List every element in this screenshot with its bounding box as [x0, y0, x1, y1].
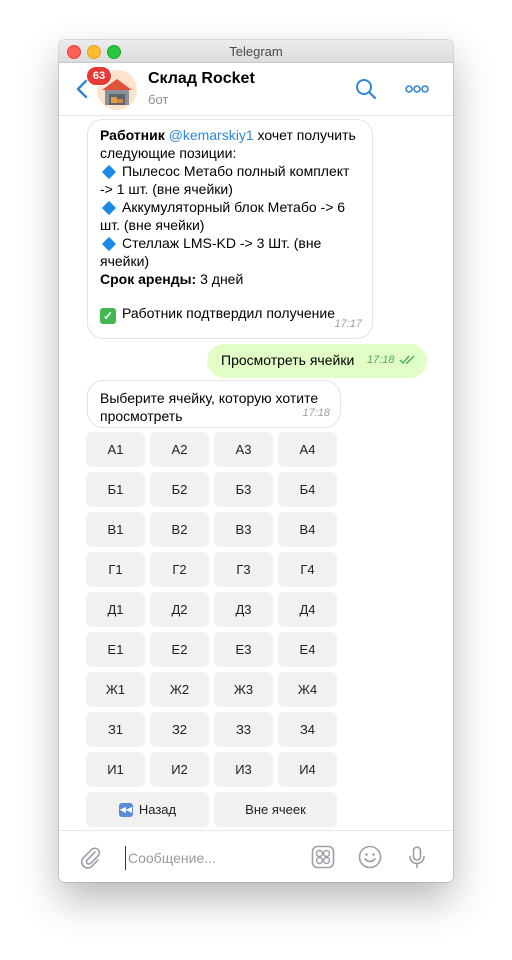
confirmation-text: Работник подтвердил получение [122, 305, 336, 321]
cell-button[interactable]: З3 [214, 712, 273, 747]
intro-text: хочет получить [253, 127, 356, 143]
attach-icon[interactable] [79, 845, 101, 869]
cell-button[interactable]: Е3 [214, 632, 273, 667]
double-check-icon [399, 355, 415, 365]
cell-button[interactable]: В2 [150, 512, 209, 547]
cell-button[interactable]: Е4 [278, 632, 337, 667]
blue-diamond-icon [101, 236, 117, 251]
blue-diamond-icon [101, 200, 117, 215]
message-input[interactable] [125, 846, 300, 870]
cell-button[interactable]: Ж3 [214, 672, 273, 707]
item-1-line-1: Пылесос Метабо полный комплект [122, 163, 350, 179]
prompt-time: 17:18 [302, 407, 330, 419]
cell-button[interactable]: Ж4 [278, 672, 337, 707]
cell-button[interactable]: И4 [278, 752, 337, 787]
microphone-icon[interactable] [405, 845, 429, 869]
back-chevron-icon[interactable] [75, 79, 89, 99]
cell-button[interactable]: Б3 [214, 472, 273, 507]
rewind-icon: ◀◀ [118, 802, 133, 817]
cell-button[interactable]: Ж2 [150, 672, 209, 707]
prompt-message-bubble: Выберите ячейку, которую хотите просмотр… [87, 380, 341, 428]
prompt-line-2: просмотреть [100, 408, 183, 424]
cell-button[interactable]: З4 [278, 712, 337, 747]
rent-label: Срок аренды: [100, 271, 197, 287]
cell-button[interactable]: И1 [86, 752, 145, 787]
cell-button[interactable]: Д1 [86, 592, 145, 627]
unread-count-badge: 63 [86, 66, 112, 86]
cell-button[interactable]: А3 [214, 432, 273, 467]
chat-subtitle: бот [148, 92, 169, 107]
cell-button[interactable]: Г4 [278, 552, 337, 587]
item-3-line-2: ячейки) [100, 253, 150, 269]
cell-button[interactable]: И3 [214, 752, 273, 787]
telegram-window: Telegram 63 Склад Rocket бот Работник @k… [59, 40, 453, 882]
cell-button[interactable]: Ж1 [86, 672, 145, 707]
prompt-line-1: Выберите ячейку, которую хотите [100, 390, 319, 406]
cell-button[interactable]: В1 [86, 512, 145, 547]
window-title: Telegram [229, 44, 283, 59]
cell-button[interactable]: Б1 [86, 472, 145, 507]
worker-label: Работник [100, 127, 165, 143]
cell-button[interactable]: Е1 [86, 632, 145, 667]
outgoing-message-text: Просмотреть ячейки [221, 352, 355, 368]
blue-diamond-icon [101, 164, 117, 179]
cell-button[interactable]: А1 [86, 432, 145, 467]
request-message-bubble: Работник @kemarskiy1 хочет получить след… [87, 119, 373, 339]
message-time: 17:17 [334, 318, 362, 330]
cell-button[interactable]: З1 [86, 712, 145, 747]
cell-button[interactable]: В4 [278, 512, 337, 547]
outgoing-message-bubble: Просмотреть ячейки 17:18 [207, 344, 427, 378]
chat-title[interactable]: Склад Rocket [148, 70, 255, 88]
cell-button[interactable]: Г3 [214, 552, 273, 587]
rent-value: 3 дней [196, 271, 244, 287]
title-bar: Telegram [59, 40, 453, 63]
cell-button[interactable]: В3 [214, 512, 273, 547]
item-2-line-2: шт. (вне ячейки) [100, 217, 205, 233]
search-icon[interactable] [355, 78, 377, 100]
cell-button[interactable]: И2 [150, 752, 209, 787]
cell-button[interactable]: Б2 [150, 472, 209, 507]
cell-button[interactable]: З2 [150, 712, 209, 747]
back-button-label: Назад [138, 802, 177, 817]
chat-header: 63 Склад Rocket бот [59, 63, 453, 116]
cell-button[interactable]: А2 [150, 432, 209, 467]
check-mark-icon: ✓ [100, 308, 116, 324]
more-icon[interactable] [405, 83, 429, 95]
cell-button[interactable]: Б4 [278, 472, 337, 507]
message-list[interactable]: Работник @kemarskiy1 хочет получить след… [59, 116, 453, 828]
cell-button[interactable]: Д4 [278, 592, 337, 627]
inline-keyboard: А1 А2 А3 А4 Б1 Б2 Б3 Б4 В1 В2 В3 В4 Г1 Г2 Г3 Г4 Д1 Д2 Д3 Д4… [86, 432, 340, 827]
cell-button[interactable]: Г1 [86, 552, 145, 587]
sticker-icon[interactable] [311, 845, 335, 869]
cell-button[interactable]: Д3 [214, 592, 273, 627]
cell-button[interactable]: Г2 [150, 552, 209, 587]
item-1-line-2: -> 1 шт. (вне ячейки) [100, 181, 233, 197]
back-button[interactable]: ◀◀ Назад [86, 792, 209, 827]
item-3-line-1: Стеллаж LMS-KD -> 3 Шт. (вне [122, 235, 322, 251]
message-composer [59, 830, 453, 882]
cell-button[interactable]: А4 [278, 432, 337, 467]
cell-button[interactable]: Е2 [150, 632, 209, 667]
outside-cells-button[interactable]: Вне ячеек [214, 792, 337, 827]
emoji-icon[interactable] [358, 845, 382, 869]
outgoing-message-time: 17:18 [367, 354, 395, 366]
intro-line-2: следующие позиции: [100, 145, 237, 161]
item-2-line-1: Аккумуляторный блок Метабо -> 6 [122, 199, 346, 215]
worker-mention-link[interactable]: @kemarskiy1 [169, 127, 254, 143]
cell-button[interactable]: Д2 [150, 592, 209, 627]
